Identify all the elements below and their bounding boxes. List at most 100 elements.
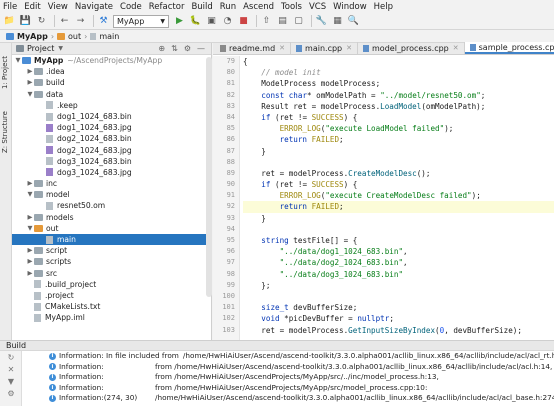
code-area[interactable]: { // model init ModelProcess modelProces… xyxy=(243,56,554,340)
chevron-down-icon[interactable]: ▼ xyxy=(14,55,22,66)
code-line[interactable]: ERROR_LOG("execute LoadModel failed"); xyxy=(243,123,554,134)
search-icon[interactable]: 🔍 xyxy=(347,15,360,28)
structure-tool-button[interactable]: Z: Structure xyxy=(1,111,9,153)
tab-sample-process-cpp[interactable]: sample_process.cpp✕ xyxy=(464,42,554,54)
rerun-icon[interactable]: ↻ xyxy=(5,353,17,363)
close-icon[interactable]: ✕ xyxy=(346,44,352,52)
chevron-right-icon[interactable]: ▶ xyxy=(26,178,34,189)
code-line[interactable]: } xyxy=(243,213,554,224)
tree-item[interactable]: CMakeLists.txt xyxy=(12,301,211,312)
code-line[interactable]: ret = modelProcess.CreateModelDesc(); xyxy=(243,168,554,179)
chevron-down-icon[interactable]: ▼ xyxy=(58,45,63,52)
coverage-icon[interactable]: ▣ xyxy=(205,15,218,28)
tree-root[interactable]: ▼ MyApp ~/AscendProjects/MyApp xyxy=(12,55,211,66)
debug-icon[interactable]: 🐛 xyxy=(189,15,202,28)
tree-item[interactable]: dog1_1024_683.jpg xyxy=(12,122,211,133)
hide-icon[interactable]: — xyxy=(197,44,205,53)
tree-item[interactable]: ▶ models xyxy=(12,212,211,223)
run-config-select[interactable]: MyApp ▼ xyxy=(113,14,169,28)
code-line[interactable]: return FAILED; xyxy=(243,201,554,213)
menu-item-vcs[interactable]: VCS xyxy=(309,2,326,12)
menu-item-window[interactable]: Window xyxy=(333,2,367,12)
menu-item-run[interactable]: Run xyxy=(220,2,236,12)
tree-item[interactable]: .build_project xyxy=(12,279,211,290)
tree-item[interactable]: ▶ scripts xyxy=(12,256,211,267)
tree-item[interactable]: ▶ build xyxy=(12,77,211,88)
tree-item[interactable]: main xyxy=(12,234,211,246)
stop-icon[interactable]: ■ xyxy=(237,15,250,28)
menu-item-code[interactable]: Code xyxy=(120,2,142,12)
code-line[interactable]: const char* omModelPath = "../model/resn… xyxy=(243,90,554,101)
chevron-right-icon[interactable]: ▶ xyxy=(26,212,34,223)
code-line[interactable]: "../data/dog1_1024_683.bin", xyxy=(243,246,554,257)
chevron-down-icon[interactable]: ▼ xyxy=(26,223,34,234)
code-line[interactable]: "../data/dog3_1024_683.bin" xyxy=(243,269,554,280)
menu-item-refactor[interactable]: Refactor xyxy=(149,2,185,12)
tree-item[interactable]: dog3_1024_683.bin xyxy=(12,156,211,167)
close-icon[interactable]: ✕ xyxy=(453,44,459,52)
chevron-down-icon[interactable]: ▼ xyxy=(26,89,34,100)
project-tool-button[interactable]: 1: Project xyxy=(1,56,9,89)
menu-item-build[interactable]: Build xyxy=(191,2,212,12)
tree-item[interactable]: ▼ model xyxy=(12,189,211,200)
code-line[interactable]: }; xyxy=(243,280,554,291)
code-line[interactable] xyxy=(243,224,554,235)
tree-item[interactable]: .keep xyxy=(12,100,211,111)
code-line[interactable]: size_t devBufferSize; xyxy=(243,302,554,313)
menu-item-file[interactable]: File xyxy=(3,2,17,12)
tab-main-cpp[interactable]: main.cpp ✕ xyxy=(291,42,358,54)
code-line[interactable]: if (ret != SUCCESS) { xyxy=(243,179,554,190)
breadcrumb-item-main[interactable]: main xyxy=(99,32,119,41)
tree-item[interactable]: .project xyxy=(12,290,211,301)
terminal-icon[interactable]: ▤ xyxy=(276,15,289,28)
tree-item[interactable]: dog1_1024_683.bin xyxy=(12,111,211,122)
code-line[interactable]: "../data/dog2_1024_683.bin", xyxy=(243,257,554,268)
menu-item-ascend[interactable]: Ascend xyxy=(243,2,274,12)
tab-readme-md[interactable]: readme.md ✕ xyxy=(215,42,292,54)
wrench-icon[interactable]: 🔧 xyxy=(315,15,328,28)
back-icon[interactable]: ← xyxy=(58,15,71,28)
code-line[interactable]: Result ret = modelProcess.LoadModel(omMo… xyxy=(243,101,554,112)
code-line[interactable]: string testFile[] = { xyxy=(243,235,554,246)
tree-item[interactable]: dog2_1024_683.bin xyxy=(12,133,211,144)
code-line[interactable]: } xyxy=(243,146,554,157)
close-icon[interactable]: ✕ xyxy=(279,44,285,52)
code-line[interactable]: return FAILED; xyxy=(243,134,554,145)
chevron-right-icon[interactable]: ▶ xyxy=(26,77,34,88)
structure-icon[interactable]: ▦ xyxy=(331,15,344,28)
chevron-right-icon[interactable]: ▶ xyxy=(26,66,34,77)
code-line[interactable]: // model init xyxy=(243,67,554,78)
menu-item-tools[interactable]: Tools xyxy=(281,2,302,12)
project-panel-title[interactable]: Project xyxy=(27,44,54,53)
locate-icon[interactable]: ⊕ xyxy=(158,44,165,53)
code-line[interactable]: ERROR_LOG("execute CreateModelDesc faile… xyxy=(243,190,554,201)
code-line[interactable]: ModelProcess modelProcess; xyxy=(243,78,554,89)
log-line[interactable]: i Information: from /home/HwHiAiUser/Ascen… xyxy=(22,383,554,394)
device-icon[interactable]: ▢ xyxy=(292,15,305,28)
settings-icon[interactable]: ⚙ xyxy=(5,389,17,399)
tree-item[interactable]: ▶ script xyxy=(12,245,211,256)
tree-item[interactable]: ▼ out xyxy=(12,223,211,234)
menu-item-navigate[interactable]: Navigate xyxy=(75,2,113,12)
code-line[interactable]: { xyxy=(243,56,554,67)
tree-item[interactable]: dog3_1024_683.jpg xyxy=(12,167,211,178)
run-icon[interactable]: ▶ xyxy=(173,15,186,28)
forward-icon[interactable]: → xyxy=(74,15,87,28)
menu-item-view[interactable]: View xyxy=(48,2,68,12)
tree-item[interactable]: ▶ inc xyxy=(12,178,211,189)
open-folder-icon[interactable]: 📁 xyxy=(3,15,16,28)
log-line[interactable]: i Information:(274, 30) /home/HwHiAiUser/A… xyxy=(22,393,554,404)
chevron-down-icon[interactable]: ▼ xyxy=(26,189,34,200)
menu-item-edit[interactable]: Edit xyxy=(24,2,40,12)
code-line[interactable]: void *picDevBuffer = nullptr; xyxy=(243,313,554,324)
gear-icon[interactable]: ⚙ xyxy=(184,44,191,53)
tree-item[interactable]: dog2_1024_683.jpg xyxy=(12,145,211,156)
tab-model-process-cpp[interactable]: model_process.cpp ✕ xyxy=(358,42,465,54)
deploy-icon[interactable]: ⇧ xyxy=(260,15,273,28)
breadcrumb-item-project[interactable]: MyApp xyxy=(17,32,48,41)
filter-icon[interactable]: ▼ xyxy=(5,377,17,387)
build-hammer-icon[interactable]: ⚒ xyxy=(97,15,110,28)
chevron-right-icon[interactable]: ▶ xyxy=(26,245,34,256)
tree-item[interactable]: ▶ .idea xyxy=(12,66,211,77)
profile-icon[interactable]: ◔ xyxy=(221,15,234,28)
